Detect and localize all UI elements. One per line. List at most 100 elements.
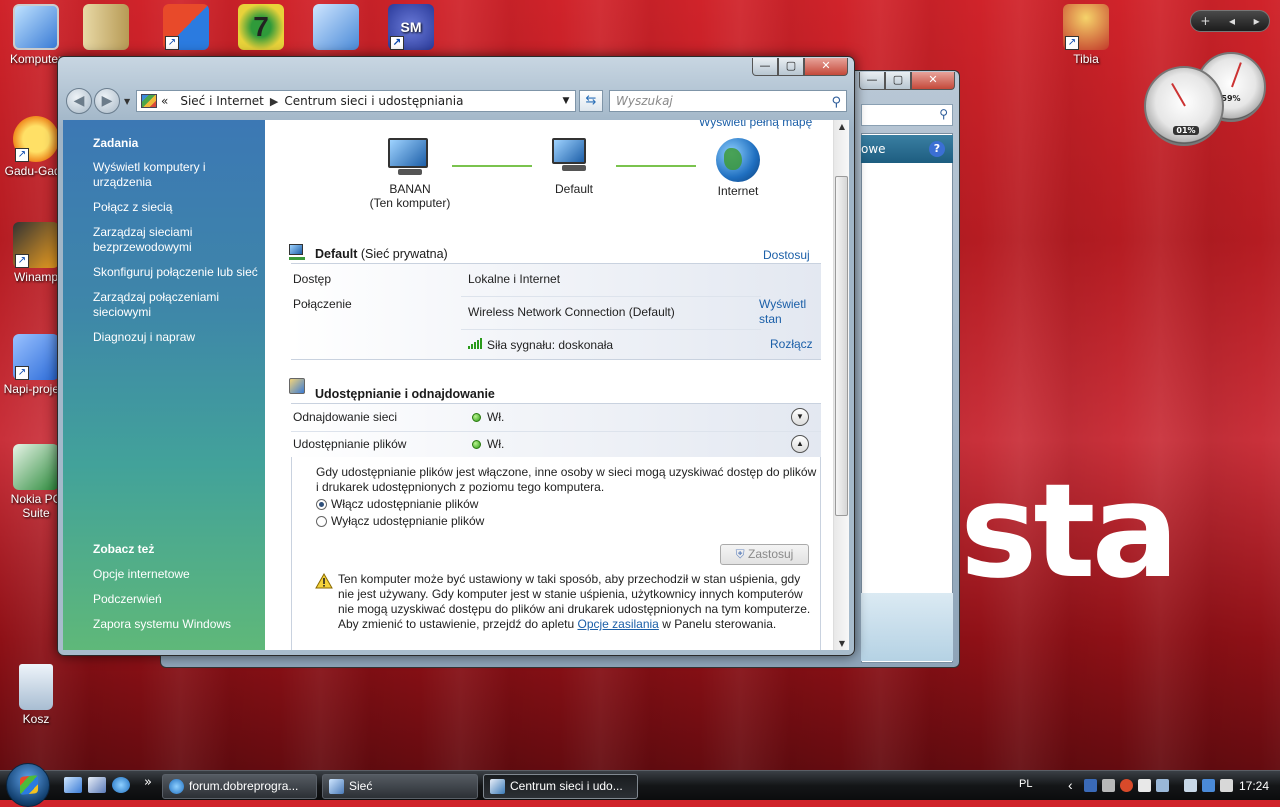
search-icon: ⚲ — [939, 107, 948, 121]
radio-enable-file-sharing[interactable]: Włącz udostępnianie plików — [316, 497, 478, 511]
close-button[interactable]: ✕ — [804, 58, 848, 76]
task-diagnose-repair[interactable]: Diagnozuj i napraw — [93, 330, 263, 345]
taskbar-item-network-center[interactable]: Centrum sieci i udo... — [483, 774, 638, 799]
search-icon[interactable]: ⚲ — [831, 93, 841, 113]
prev-gadget-button[interactable]: ◂ — [1229, 14, 1235, 28]
address-overflow-chevron[interactable]: « — [161, 94, 168, 108]
search-input[interactable]: Wyszukaj ⚲ — [609, 90, 847, 112]
tray-app-icon[interactable] — [1120, 779, 1133, 792]
expand-discovery-button[interactable]: ▼ — [791, 408, 809, 426]
customize-link[interactable]: Dostosuj — [763, 248, 810, 262]
taskbar-item-browser[interactable]: forum.dobreprogra... — [162, 774, 317, 799]
background-window-search[interactable]: ⚲ — [861, 104, 953, 126]
node-subtitle: (Ten komputer) — [369, 196, 451, 210]
network-center-window[interactable]: — ▢ ✕ ◀ ▶ ▼ « Sieć i Internet ▶ Centrum … — [57, 56, 855, 656]
start-button[interactable] — [6, 763, 50, 807]
desktop-icon-avg[interactable]: ↗ — [150, 4, 222, 52]
collapse-file-sharing-button[interactable]: ▲ — [791, 435, 809, 453]
scroll-up-arrow[interactable]: ▲ — [834, 122, 850, 131]
bluetooth-icon[interactable] — [1084, 779, 1097, 792]
add-gadget-button[interactable]: + — [1200, 14, 1210, 28]
connection-value: Wireless Network Connection (Default) — [468, 305, 675, 319]
internet-explorer-icon[interactable] — [112, 777, 130, 793]
see-also-heading: Zobacz też — [93, 542, 155, 556]
apply-button[interactable]: ⛨ Zastosuj — [720, 544, 809, 565]
see-also-internet-options[interactable]: Opcje internetowe — [93, 567, 263, 582]
network-type: (Sieć prywatna) — [360, 247, 448, 261]
clock[interactable]: 17:24 — [1239, 779, 1269, 793]
scroll-down-arrow[interactable]: ▼ — [834, 639, 850, 648]
documents-icon — [83, 4, 129, 50]
radio-selected[interactable] — [316, 499, 327, 511]
minimize-button[interactable]: — — [752, 58, 778, 76]
task-connect-network[interactable]: Połącz z siecią — [93, 200, 263, 215]
switch-windows-icon[interactable] — [88, 777, 106, 793]
radio-unselected[interactable] — [316, 516, 327, 528]
next-gadget-button[interactable]: ▸ — [1254, 14, 1260, 28]
control-panel-icon — [141, 94, 157, 108]
view-full-map-link[interactable]: Wyświetl pełną mapę — [699, 120, 812, 129]
access-value: Lokalne i Internet — [468, 272, 561, 286]
tray-app-icon[interactable] — [1102, 779, 1115, 792]
help-icon[interactable]: ? — [929, 141, 945, 157]
desktop-icon-network[interactable] — [300, 4, 372, 52]
breadcrumb-network-center[interactable]: Centrum sieci i udostępniania — [284, 94, 463, 108]
background-window-caption-buttons: — ▢ ✕ — [859, 72, 955, 90]
radio-disable-file-sharing[interactable]: Wyłącz udostępnianie plików — [316, 514, 484, 528]
maximize-button[interactable]: ▢ — [885, 72, 911, 90]
vertical-scrollbar[interactable]: ▲ ▼ — [833, 120, 849, 650]
network-icon — [552, 138, 596, 178]
signal-strength: Siła sygnału: doskonała — [468, 338, 613, 352]
address-bar[interactable]: « Sieć i Internet ▶ Centrum sieci i udos… — [136, 90, 576, 112]
sleep-warning-text: Ten komputer może być ustawiony w taki s… — [338, 572, 811, 631]
shield-icon: ⛨ — [735, 547, 748, 561]
taskbar: » forum.dobreprogra... Sieć Centrum siec… — [0, 763, 1280, 807]
wireless-tray-icon[interactable] — [1202, 779, 1215, 792]
see-also-infrared[interactable]: Podczerwień — [93, 592, 263, 607]
volume-icon[interactable] — [1220, 779, 1233, 792]
warning-icon — [315, 573, 333, 589]
show-desktop-icon[interactable] — [64, 777, 82, 793]
task-setup-connection[interactable]: Skonfiguruj połączenie lub sieć — [93, 265, 263, 280]
background-window-details-pane — [861, 593, 953, 661]
taskbar-item-network[interactable]: Sieć — [322, 774, 478, 799]
network-tray-icon[interactable] — [1184, 779, 1197, 792]
refresh-button[interactable]: ⇆ — [579, 90, 603, 112]
task-view-computers[interactable]: Wyświetl komputery i urządzenia — [93, 160, 213, 190]
minimize-button[interactable]: — — [859, 72, 885, 90]
maximize-button[interactable]: ▢ — [778, 58, 804, 76]
gadu-gadu-icon: ↗ — [13, 116, 59, 162]
map-node-network[interactable]: Default — [519, 138, 629, 196]
disconnect-link[interactable]: Rozłącz — [770, 337, 813, 351]
task-manage-wireless[interactable]: Zarządzaj sieciami bezprzewodowymi — [93, 225, 203, 255]
task-manage-connections[interactable]: Zarządzaj połączeniami sieciowymi — [93, 290, 223, 320]
language-indicator[interactable]: PL — [1019, 778, 1032, 790]
address-dropdown[interactable]: ▼ — [557, 96, 575, 106]
cpu-meter-gadget[interactable]: 01% — [1144, 66, 1224, 146]
quick-launch-more[interactable]: » — [144, 775, 152, 790]
desktop-icon-sm[interactable]: SM ↗ — [375, 4, 447, 52]
back-button[interactable]: ◀ — [66, 88, 92, 114]
view-status-link[interactable]: Wyświetl stan — [759, 297, 819, 327]
tray-expand-arrow[interactable]: ‹ — [1068, 777, 1073, 793]
desktop-icon-tibia[interactable]: ↗ Tibia — [1050, 4, 1122, 66]
breadcrumb-network-internet[interactable]: Sieć i Internet — [180, 94, 264, 108]
desktop-icon-recycle-bin[interactable]: Kosz — [0, 664, 72, 726]
forward-button[interactable]: ▶ — [94, 88, 120, 114]
connection-label: Połączenie — [293, 297, 352, 311]
recent-pages-dropdown[interactable]: ▼ — [124, 97, 130, 106]
printer-icon[interactable] — [1138, 779, 1151, 792]
desktop-icon-sevenzip[interactable]: 7 — [225, 4, 297, 52]
napi-projekt-icon: ↗ — [13, 334, 59, 380]
network-computers-icon — [313, 4, 359, 50]
map-node-internet[interactable]: Internet — [683, 138, 793, 198]
tray-app-icon[interactable] — [1156, 779, 1169, 792]
see-also-windows-firewall[interactable]: Zapora systemu Windows — [93, 617, 263, 632]
power-options-link[interactable]: Opcje zasilania — [577, 617, 658, 631]
close-button[interactable]: ✕ — [911, 72, 955, 90]
breadcrumb-separator[interactable]: ▶ — [270, 95, 278, 108]
network-details: Dostęp Lokalne i Internet Połączenie Wir… — [291, 263, 821, 359]
map-node-this-computer[interactable]: BANAN (Ten komputer) — [355, 138, 465, 210]
desktop-icon-documents[interactable] — [70, 4, 142, 52]
scroll-thumb[interactable] — [835, 176, 848, 516]
